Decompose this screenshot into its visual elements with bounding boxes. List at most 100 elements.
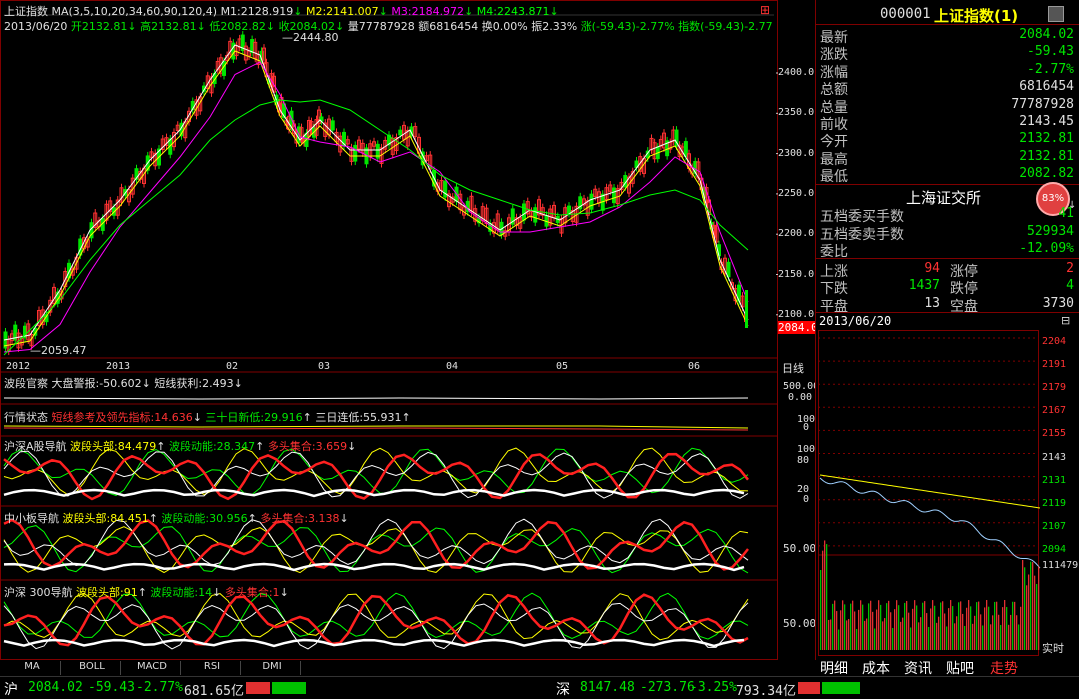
period-label[interactable]: 日线 bbox=[782, 360, 804, 376]
mini-vol-bar bbox=[888, 600, 890, 650]
mini-vol-bar bbox=[914, 600, 916, 650]
tab-rsi[interactable]: RSI bbox=[184, 661, 241, 675]
mini-vol-bar bbox=[926, 613, 928, 650]
mini-vol-bar bbox=[994, 601, 996, 650]
quote-header: 000001 上证指数(1) bbox=[816, 4, 1079, 25]
mini-vol-bar bbox=[876, 609, 878, 650]
mini-vol-bar bbox=[1016, 615, 1018, 650]
mini-frame bbox=[818, 330, 1039, 656]
mini-vol-bar bbox=[874, 628, 876, 650]
stock-name: 上证指数(1) bbox=[934, 7, 1019, 25]
main-chart-area[interactable]: 上证指数 MA(3,5,10,20,34,60,90,120,4) M1:212… bbox=[0, 0, 819, 660]
mini-vol-bar bbox=[826, 544, 828, 650]
osc-line-aux bbox=[3, 518, 749, 567]
tab-forum[interactable]: 贴吧 bbox=[946, 658, 974, 677]
mini-vol-bar bbox=[924, 601, 926, 650]
mini-vol-bar bbox=[938, 616, 940, 650]
chart-canvas[interactable] bbox=[0, 0, 778, 660]
tab-news[interactable]: 资讯 bbox=[904, 658, 932, 677]
mini-y-tick: 2167 bbox=[1042, 405, 1067, 417]
high-value: 高2132.81 bbox=[140, 20, 197, 33]
amount-value: 额6816454 bbox=[418, 20, 479, 33]
breadth-value: 94 bbox=[924, 261, 940, 276]
mini-vol-bar bbox=[932, 600, 934, 650]
mini-vol-bar bbox=[948, 608, 950, 650]
realtime-button[interactable]: 实时 bbox=[1042, 640, 1064, 656]
mini-vol-bar bbox=[1030, 561, 1032, 650]
p1-tick-0: 500.00 bbox=[783, 381, 820, 392]
mini-vol-bar bbox=[1038, 566, 1040, 650]
mini-vol-bar bbox=[946, 626, 948, 650]
price-axis-tick: 2100.0 bbox=[778, 308, 815, 320]
date-axis-tick: 02 bbox=[226, 361, 239, 372]
mini-vol-bar bbox=[850, 603, 852, 650]
tab-macd[interactable]: MACD bbox=[124, 661, 181, 675]
mini-vol-bar bbox=[974, 615, 976, 650]
quote-row: 最低 2082.82 bbox=[820, 166, 1074, 185]
last-price-tag: 2084.0 bbox=[778, 321, 818, 334]
panel4-name: 中小板导航 bbox=[4, 512, 59, 525]
mini-vol-bar bbox=[990, 624, 992, 650]
mini-trend-chart[interactable] bbox=[816, 330, 1079, 656]
quote-row: 今开 2132.81 bbox=[820, 131, 1074, 150]
mini-vol-bar bbox=[998, 614, 1000, 650]
mini-vol-bar bbox=[892, 627, 894, 650]
mini-vol-bar bbox=[890, 612, 892, 650]
mini-vol-bar bbox=[866, 618, 868, 650]
tab-ma[interactable]: MA bbox=[4, 661, 61, 675]
ma-params: MA(3,5,10,20,34,60,90,120,4) bbox=[51, 5, 218, 18]
mini-avg-line bbox=[819, 474, 1041, 509]
mini-y-tick: 2094 bbox=[1042, 543, 1067, 555]
quote-row: 涨跌 -59.43 bbox=[820, 44, 1074, 63]
mini-menu-icon[interactable]: ⊟ bbox=[1061, 314, 1075, 327]
info-date: 2013/06/20 bbox=[4, 20, 68, 33]
mini-vol-bar bbox=[980, 614, 982, 650]
order-row: 五档委卖手数 529934 bbox=[820, 224, 1074, 243]
mini-vol-bar bbox=[880, 604, 882, 650]
p3-tick-1: 80 bbox=[797, 455, 810, 466]
mini-vol-bar bbox=[956, 616, 958, 650]
tab-cost[interactable]: 成本 bbox=[862, 658, 890, 677]
tab-trend[interactable]: 走势 bbox=[990, 658, 1018, 677]
mini-vol-bar bbox=[902, 617, 904, 650]
panel1-name: 波段官察 bbox=[4, 377, 48, 390]
panel3-t2: 波段动能:28.347 bbox=[168, 440, 256, 453]
panel3-name: 沪深A股导航 bbox=[4, 440, 67, 453]
p3-tick-3: 0 bbox=[803, 494, 810, 505]
last-candle bbox=[745, 290, 748, 328]
quote-panel: 000001 上证指数(1) 最新 2084.02 涨跌 -59.43 涨幅 -2.77%… bbox=[815, 0, 1079, 660]
sz-amount: 793.34亿 bbox=[736, 684, 796, 699]
index-change-value: 指数(-59.43)-2.77 bbox=[678, 20, 773, 33]
tab-dmi[interactable]: DMI bbox=[244, 661, 301, 675]
mini-vol-bar bbox=[842, 600, 844, 650]
sh-price: 2084.02 bbox=[28, 680, 83, 695]
mini-vol-bar bbox=[954, 623, 956, 650]
tab-detail[interactable]: 明细 bbox=[820, 658, 848, 677]
breadth-value: 4 bbox=[1066, 278, 1074, 294]
window-toggle-icon[interactable] bbox=[1048, 6, 1064, 22]
ma-header: 上证指数 MA(3,5,10,20,34,60,90,120,4) M1:212… bbox=[4, 5, 559, 18]
date-axis-tick: 05 bbox=[556, 361, 569, 372]
breadth-row: 上涨 94 涨停 2 bbox=[820, 261, 1074, 280]
mini-vol-bar bbox=[820, 570, 822, 650]
mini-vol-bar bbox=[1020, 606, 1022, 650]
mini-vol-bar bbox=[1032, 562, 1034, 650]
ma-line-m3 bbox=[3, 61, 749, 353]
mini-y-tick: 2143 bbox=[1042, 451, 1067, 463]
menu-icon[interactable]: ⊞ bbox=[760, 3, 774, 17]
tab-boll[interactable]: BOLL bbox=[64, 661, 121, 675]
quote-row-value: 2143.45 bbox=[1019, 114, 1074, 129]
mini-vol-bar bbox=[986, 600, 988, 650]
sz-change: -273.76 bbox=[640, 680, 695, 695]
mini-vol-bar bbox=[978, 601, 980, 650]
quote-row-value: 77787928 bbox=[1011, 96, 1074, 112]
mini-vol-bar bbox=[840, 610, 842, 650]
mini-vol-label: 111479 bbox=[1042, 560, 1079, 571]
mini-vol-bar bbox=[950, 600, 952, 650]
mini-vol-bar bbox=[958, 602, 960, 650]
price-axis-tick: 2400.0 bbox=[778, 67, 815, 78]
breadth-row: 下跌 1437 跌停 4 bbox=[820, 278, 1074, 297]
panel4-header: 中小板导航 波段头部:84.451↑ 波段动能:30.956↑ 多头集合:3.1… bbox=[4, 512, 349, 525]
osc-line-bull bbox=[3, 518, 749, 571]
ma-line-m2 bbox=[3, 50, 749, 347]
